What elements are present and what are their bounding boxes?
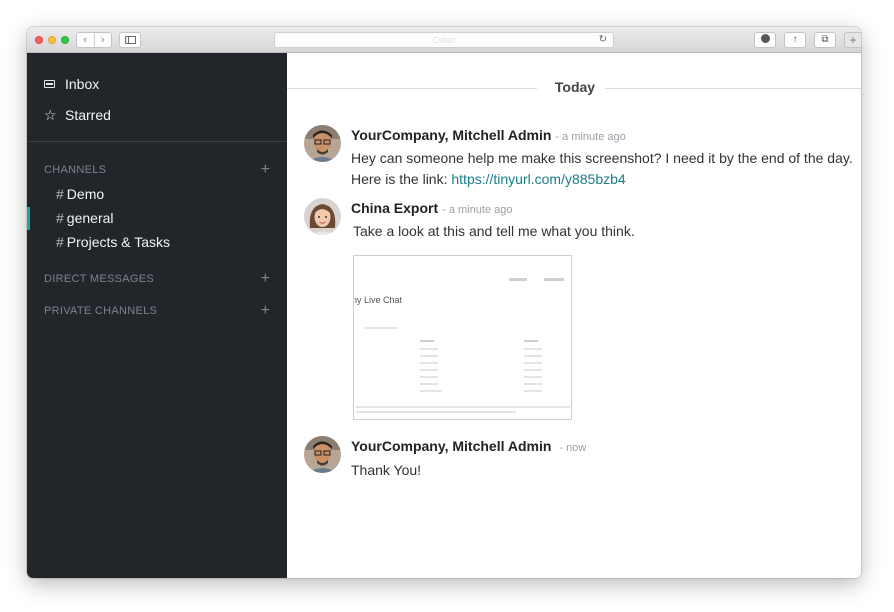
channels-header: CHANNELS +: [44, 162, 270, 178]
message-body: Hey can someone help me make this screen…: [351, 148, 853, 190]
message-time: - now: [559, 442, 587, 454]
sidebar-item-label: Starred: [65, 107, 111, 123]
attachment-detail: [524, 340, 538, 342]
share-icon[interactable]: ↑: [784, 32, 806, 48]
channel-demo[interactable]: # Demo: [56, 185, 104, 203]
sidebar-icon[interactable]: [119, 32, 141, 48]
attachment-detail: [524, 348, 542, 350]
attachment-detail: [524, 369, 542, 371]
channel-name: Demo: [66, 186, 105, 202]
channel-name: Projects & Tasks: [66, 234, 171, 250]
avatar[interactable]: [304, 436, 341, 473]
attachment-detail: [509, 278, 527, 281]
private-channels-header: PRIVATE CHANNELS +: [44, 303, 270, 319]
attachment-detail: [420, 355, 438, 357]
message-body: Take a look at this and tell me what you…: [353, 221, 635, 242]
attachment-detail: [420, 376, 438, 378]
star-icon: ☆: [44, 106, 57, 123]
author-name: China Export: [351, 200, 439, 216]
hash-icon: #: [56, 234, 64, 250]
attachment-detail: [356, 406, 570, 408]
attachment-detail: [420, 390, 442, 392]
message-author[interactable]: YourCompany, Mitchell Admin - a minute ag…: [351, 127, 626, 143]
link-prefix: Here is the link:: [351, 171, 452, 187]
reload-icon[interactable]: ↻: [599, 33, 607, 47]
message-time: - a minute ago: [442, 204, 513, 216]
channel-projects-tasks[interactable]: # Projects & Tasks: [56, 233, 170, 251]
message-author[interactable]: China Export - a minute ago: [351, 200, 512, 216]
minimize-window-button[interactable]: [48, 36, 56, 44]
tabs-icon[interactable]: ⧉: [814, 32, 836, 48]
attachment-detail: [524, 376, 542, 378]
message-line: Thank You!: [351, 462, 422, 478]
section-label: PRIVATE CHANNELS: [44, 305, 158, 317]
avatar[interactable]: [304, 198, 341, 235]
browser-window: ‹ › Odoo ↻ ↑ ⧉ + Inbox ☆ Starred CHANNEL…: [27, 27, 861, 578]
add-private-channel-icon[interactable]: +: [261, 303, 270, 319]
day-separator: Today: [287, 79, 861, 97]
image-attachment[interactable]: ny Live Chat: [353, 255, 572, 420]
back-icon[interactable]: ‹: [77, 33, 95, 47]
sidebar-item-label: Inbox: [65, 76, 100, 92]
zoom-window-button[interactable]: [61, 36, 69, 44]
attachment-detail: [364, 327, 398, 329]
discuss-sidebar: Inbox ☆ Starred CHANNELS + # Demo # gene…: [27, 53, 287, 578]
address-bar[interactable]: Odoo ↻: [274, 32, 614, 48]
history-nav: ‹ ›: [76, 32, 112, 48]
active-channel-indicator: [27, 207, 30, 230]
add-direct-message-icon[interactable]: +: [261, 271, 270, 287]
avatar[interactable]: [304, 125, 341, 162]
day-label: Today: [554, 79, 596, 95]
close-window-button[interactable]: [35, 36, 43, 44]
attachment-detail: [524, 383, 542, 385]
attachment-detail: [524, 390, 542, 392]
channel-general[interactable]: # general: [56, 209, 114, 227]
separator-line: [287, 88, 537, 89]
attachment-detail: [420, 383, 438, 385]
browser-toolbar: ‹ › Odoo ↻ ↑ ⧉ +: [27, 27, 861, 53]
direct-messages-header: DIRECT MESSAGES +: [44, 271, 270, 287]
author-name: YourCompany, Mitchell Admin: [351, 438, 552, 454]
hash-icon: #: [56, 186, 64, 202]
sidebar-item-starred[interactable]: ☆ Starred: [44, 106, 111, 124]
address-bar-text: Odoo: [432, 35, 456, 45]
attachment-detail: [420, 369, 438, 371]
mailbox-group: Inbox ☆ Starred: [27, 53, 287, 142]
message-body: Thank You!: [351, 460, 421, 481]
message-line: Here is the link: https://tinyurl.com/y8…: [351, 169, 853, 190]
author-name: YourCompany, Mitchell Admin: [351, 127, 552, 143]
message-thread: Today YourCompany, Mitchell Admin - a min…: [287, 53, 861, 578]
attachment-detail: [420, 348, 438, 350]
message-author[interactable]: YourCompany, Mitchell Admin - now: [351, 438, 586, 454]
section-label: DIRECT MESSAGES: [44, 273, 155, 285]
download-icon[interactable]: [754, 32, 776, 48]
attachment-detail: [420, 362, 438, 364]
new-tab-icon[interactable]: +: [844, 32, 861, 48]
channel-name: general: [66, 210, 114, 226]
attachment-detail: [420, 340, 434, 342]
attachment-detail: [524, 362, 542, 364]
separator-line: [605, 88, 861, 89]
attachment-detail: [524, 355, 542, 357]
attachment-title: ny Live Chat: [353, 295, 403, 305]
add-channel-icon[interactable]: +: [261, 162, 270, 178]
message-link[interactable]: https://tinyurl.com/y885bzb4: [451, 171, 625, 187]
message-line: Hey can someone help me make this screen…: [351, 150, 853, 166]
message-time: - a minute ago: [555, 131, 626, 143]
attachment-detail: [356, 411, 516, 413]
hash-icon: #: [56, 210, 64, 226]
section-label: CHANNELS: [44, 164, 107, 176]
forward-icon[interactable]: ›: [95, 33, 112, 47]
message-line: Take a look at this and tell me what you…: [353, 223, 635, 239]
inbox-icon: [44, 77, 60, 91]
sidebar-item-inbox[interactable]: Inbox: [44, 75, 99, 93]
attachment-detail: [544, 278, 564, 281]
